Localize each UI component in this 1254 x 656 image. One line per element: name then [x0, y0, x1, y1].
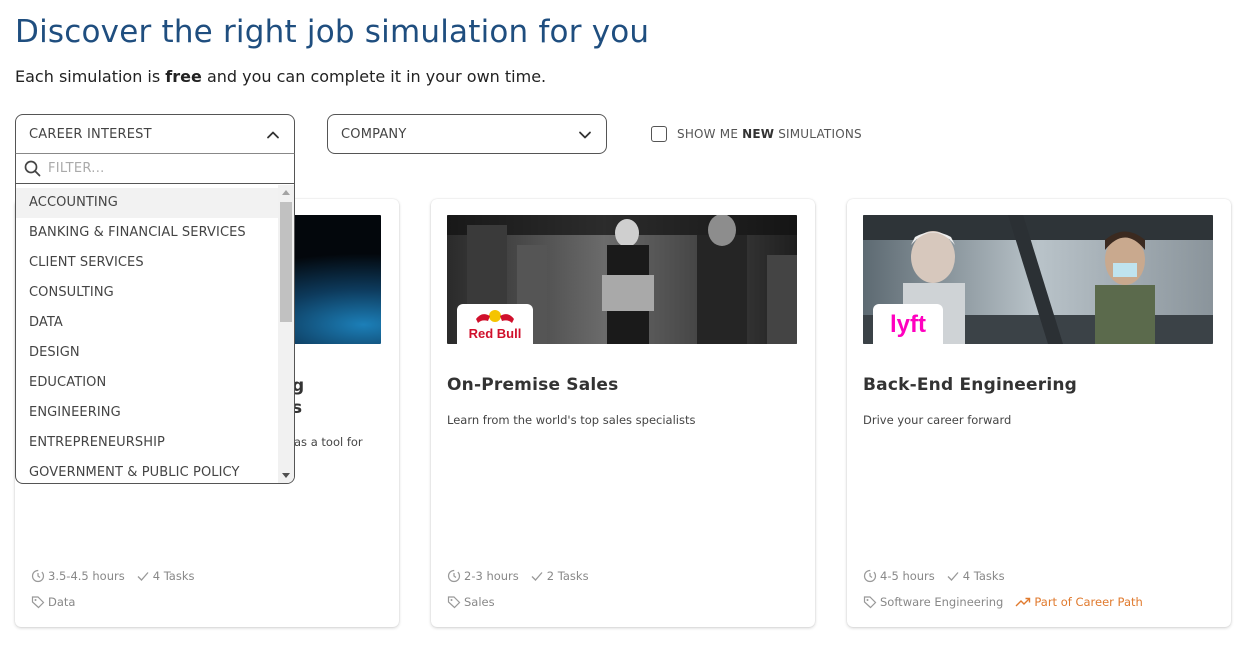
filter-input[interactable]	[48, 161, 268, 176]
career-interest-dropdown: ACCOUNTING BANKING & FINANCIAL SERVICES …	[15, 153, 295, 484]
card-tags: Sales	[447, 595, 495, 609]
simulation-card[interactable]: lyft Back-End Engineering Drive your car…	[847, 199, 1231, 627]
card-title: Back-End Engineering	[863, 375, 1078, 395]
card-meta: 3.5-4.5 hours 4 Tasks	[31, 569, 195, 583]
svg-text:Red Bull: Red Bull	[469, 326, 522, 341]
company-select[interactable]: COMPANY	[327, 114, 607, 154]
option-entrepreneurship[interactable]: ENTREPRENEURSHIP	[16, 428, 278, 458]
scroll-down-arrow-icon[interactable]	[282, 473, 290, 478]
filter-row	[16, 154, 294, 184]
card-description: Drive your career forward	[863, 413, 1012, 427]
simulation-card[interactable]: Red Bull On-Premise Sales Learn from the…	[431, 199, 815, 627]
lyft-logo: lyft	[873, 304, 943, 344]
career-path-label: Part of Career Path	[1034, 595, 1143, 609]
card-tag: Software Engineering	[880, 595, 1004, 609]
card-meta: 4-5 hours 4 Tasks	[863, 569, 1005, 583]
option-engineering[interactable]: ENGINEERING	[16, 398, 278, 428]
new-simulations-toggle[interactable]: SHOW ME NEW SIMULATIONS	[651, 126, 862, 142]
card-tags: Data	[31, 595, 75, 609]
tag-icon	[447, 596, 461, 609]
option-banking-financial-services[interactable]: BANKING & FINANCIAL SERVICES	[16, 218, 278, 248]
check-icon	[947, 572, 959, 581]
option-client-services[interactable]: CLIENT SERVICES	[16, 248, 278, 278]
redbull-logo: Red Bull	[457, 304, 533, 344]
career-interest-label: CAREER INTEREST	[29, 126, 152, 142]
page-title: Discover the right job simulation for yo…	[15, 14, 650, 50]
option-education[interactable]: EDUCATION	[16, 368, 278, 398]
new-sims-label-after: SIMULATIONS	[778, 127, 862, 141]
card-tag: Sales	[464, 595, 495, 609]
card-duration: 3.5-4.5 hours	[48, 569, 125, 583]
page-subtitle: Each simulation is free and you can comp…	[15, 67, 547, 86]
check-icon	[531, 572, 543, 581]
career-path-badge[interactable]: Part of Career Path	[1015, 595, 1143, 609]
tag-icon	[863, 596, 877, 609]
free-emphasis: free	[165, 67, 202, 86]
scroll-up-arrow-icon[interactable]	[282, 190, 290, 195]
card-image: lyft	[863, 215, 1213, 344]
tag-icon	[31, 596, 45, 609]
scrollbar-thumb[interactable]	[280, 202, 292, 322]
career-interest-select[interactable]: CAREER INTEREST	[15, 114, 295, 154]
option-consulting[interactable]: CONSULTING	[16, 278, 278, 308]
trending-up-icon	[1015, 597, 1031, 607]
card-description: Learn from the world's top sales special…	[447, 413, 696, 427]
card-duration: 2-3 hours	[464, 569, 519, 583]
check-icon	[137, 572, 149, 581]
card-tasks: 4 Tasks	[962, 569, 1005, 583]
timer-icon	[31, 569, 45, 583]
card-tags: Software Engineering Part of Career Path	[863, 595, 1143, 609]
timer-icon	[447, 569, 461, 583]
option-design[interactable]: DESIGN	[16, 338, 278, 368]
chevron-down-icon	[579, 131, 591, 139]
chevron-up-icon	[267, 131, 279, 139]
timer-icon	[863, 569, 877, 583]
company-label: COMPANY	[341, 126, 407, 142]
card-meta: 2-3 hours 2 Tasks	[447, 569, 589, 583]
card-image: Red Bull	[447, 215, 797, 344]
dropdown-scrollbar[interactable]	[278, 185, 294, 483]
option-government-public-policy[interactable]: GOVERNMENT & PUBLIC POLICY	[16, 458, 278, 483]
option-accounting[interactable]: ACCOUNTING	[16, 188, 278, 218]
option-data[interactable]: DATA	[16, 308, 278, 338]
svg-text:lyft: lyft	[890, 311, 926, 338]
new-sims-label-bold: NEW	[742, 127, 775, 141]
card-tasks: 4 Tasks	[152, 569, 195, 583]
card-tasks: 2 Tasks	[546, 569, 589, 583]
card-tag: Data	[48, 595, 76, 609]
card-duration: 4-5 hours	[880, 569, 935, 583]
card-title: On-Premise Sales	[447, 375, 619, 395]
search-icon	[24, 160, 41, 177]
options-list: ACCOUNTING BANKING & FINANCIAL SERVICES …	[16, 188, 278, 483]
card-description: as a tool for	[294, 435, 363, 449]
new-sims-label-before: SHOW ME	[677, 127, 739, 141]
new-simulations-checkbox[interactable]	[651, 126, 667, 142]
